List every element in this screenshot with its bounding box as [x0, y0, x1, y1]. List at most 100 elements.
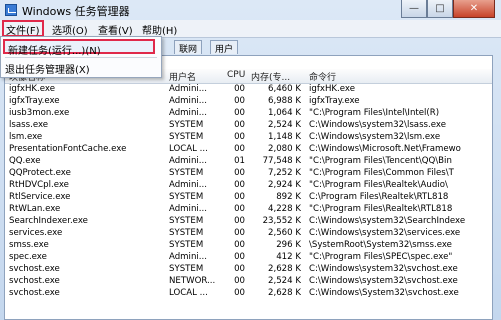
process-cpu-cell: 00	[234, 168, 245, 178]
process-cpu-cell: 00	[234, 108, 245, 118]
table-row[interactable]: svchost.exe NETWOR... 00 2,524 K C:\Windows\…	[5, 276, 492, 288]
table-row[interactable]: SearchIndexer.exe SYSTEM 00 23,552 K C:\Wind…	[5, 216, 492, 228]
table-row[interactable]: lsm.exe SYSTEM 00 1,148 K C:\Windows\system3…	[5, 132, 492, 144]
table-row[interactable]: svchost.exe SYSTEM 00 2,628 K C:\Windows\sys…	[5, 264, 492, 276]
process-command-cell: C:\Windows\system32\lsass.exe	[309, 120, 447, 130]
process-command-cell: "C:\Program Files\SPEC\spec.exe"	[309, 252, 453, 262]
process-memory-cell: 7,252 K	[268, 168, 301, 178]
process-cpu-cell: 01	[234, 156, 245, 166]
column-command-line[interactable]: 命令行	[309, 70, 336, 83]
process-memory-cell: 23,552 K	[262, 216, 301, 226]
process-user-cell: LOCAL ...	[169, 144, 208, 154]
process-command-cell: "C:\Program Files\Tencent\QQ\Bin	[309, 156, 452, 166]
column-cpu[interactable]: CPU	[227, 70, 245, 80]
menu-help[interactable]: 帮助(H)	[142, 22, 177, 37]
maximize-button[interactable]: □	[427, 0, 453, 18]
process-user-cell: LOCAL ...	[169, 288, 208, 298]
process-user-cell: SYSTEM	[169, 192, 204, 202]
column-user-name[interactable]: 用户名	[169, 70, 196, 83]
process-command-cell: "C:\Program Files\Realtek\Audio\	[309, 180, 448, 190]
process-name-cell: spec.exe	[9, 252, 47, 262]
table-row[interactable]: iusb3mon.exe Admini... 00 1,064 K "C:\Progra…	[5, 108, 492, 120]
table-row[interactable]: igfxTray.exe Admini... 00 6,988 K igfxTray.e…	[5, 96, 492, 108]
process-user-cell: Admini...	[169, 84, 207, 94]
table-row[interactable]: lsass.exe SYSTEM 00 2,524 K C:\Windows\syste…	[5, 120, 492, 132]
close-button[interactable]: ✕	[453, 0, 495, 18]
process-cpu-cell: 00	[234, 84, 245, 94]
process-memory-cell: 4,228 K	[268, 204, 301, 214]
process-cpu-cell: 00	[234, 288, 245, 298]
process-cpu-cell: 00	[234, 228, 245, 238]
process-memory-cell: 1,064 K	[268, 108, 301, 118]
tab-users[interactable]: 用户	[210, 40, 239, 55]
process-command-cell: "C:\Program Files\Intel\Intel(R)	[309, 108, 440, 118]
column-memory[interactable]: 内存(专...	[251, 70, 290, 83]
process-name-cell: svchost.exe	[9, 276, 60, 286]
table-row[interactable]: RtlService.exe SYSTEM 00 892 K C:\Program Fi…	[5, 192, 492, 204]
process-name-cell: igfxHK.exe	[9, 84, 56, 94]
process-memory-cell: 412 K	[276, 252, 301, 262]
process-cpu-cell: 00	[234, 252, 245, 262]
menu-file[interactable]: 文件(F)	[2, 20, 44, 37]
table-row[interactable]: QQ.exe Admini... 01 77,548 K "C:\Program Fil…	[5, 156, 492, 168]
table-row[interactable]: spec.exe Admini... 00 412 K "C:\Program File…	[5, 252, 492, 264]
process-user-cell: Admini...	[169, 108, 207, 118]
table-row[interactable]: RtHDVCpl.exe Admini... 00 2,924 K "C:\Progra…	[5, 180, 492, 192]
table-row[interactable]: RtWLan.exe Admini... 00 4,228 K "C:\Program …	[5, 204, 492, 216]
window-title: Windows 任务管理器	[22, 5, 130, 18]
process-command-cell: igfxHK.exe	[309, 84, 356, 94]
process-cpu-cell: 00	[234, 132, 245, 142]
table-row[interactable]: igfxHK.exe Admini... 00 6,460 K igfxHK.exe	[5, 84, 492, 96]
process-name-cell: smss.exe	[9, 240, 49, 250]
table-row[interactable]: svchost.exe LOCAL ... 00 2,628 K C:\Windows\…	[5, 288, 492, 300]
task-manager-window: Windows 任务管理器 — □ ✕ 文件(F) 选项(O) 查看(V) 帮助…	[0, 0, 501, 320]
table-row[interactable]: PresentationFontCache.exe LOCAL ... 00 2,08…	[5, 144, 492, 156]
process-cpu-cell: 00	[234, 204, 245, 214]
process-command-cell: C:\Windows\system32\SearchIndexe	[309, 216, 466, 226]
process-cpu-cell: 00	[234, 276, 245, 286]
process-name-cell: QQ.exe	[9, 156, 41, 166]
process-user-cell: Admini...	[169, 156, 207, 166]
process-name-cell: svchost.exe	[9, 264, 60, 274]
menu-options[interactable]: 选项(O)	[52, 22, 88, 37]
process-name-cell: RtHDVCpl.exe	[9, 180, 69, 190]
process-cpu-cell: 00	[234, 96, 245, 106]
process-name-cell: PresentationFontCache.exe	[9, 144, 127, 154]
process-command-cell: C:\Windows\System32\svchost.exe	[309, 288, 459, 298]
process-memory-cell: 2,524 K	[268, 120, 301, 130]
menu-view[interactable]: 查看(V)	[98, 22, 133, 37]
process-user-cell: SYSTEM	[169, 168, 204, 178]
minimize-button[interactable]: —	[401, 0, 427, 18]
process-memory-cell: 6,988 K	[268, 96, 301, 106]
process-cpu-cell: 00	[234, 192, 245, 202]
process-cpu-cell: 00	[234, 180, 245, 190]
new-task-menu-item[interactable]: 新建任务(运行...)(N)	[3, 39, 155, 57]
process-memory-cell: 2,924 K	[268, 180, 301, 190]
process-user-cell: Admini...	[169, 252, 207, 262]
title-bar[interactable]: Windows 任务管理器 — □ ✕	[0, 0, 501, 20]
process-name-cell: RtlService.exe	[9, 192, 71, 202]
process-command-cell: C:\Windows\system32\svchost.exe	[309, 276, 458, 286]
process-name-cell: igfxTray.exe	[9, 96, 60, 106]
process-name-cell: SearchIndexer.exe	[9, 216, 88, 226]
process-memory-cell: 2,524 K	[268, 276, 301, 286]
task-manager-icon	[5, 4, 17, 16]
process-command-cell: C:\Windows\system32\services.exe	[309, 228, 461, 238]
process-name-cell: svchost.exe	[9, 288, 60, 298]
exit-task-manager-menu-item[interactable]: 退出任务管理器(X)	[5, 61, 90, 76]
process-user-cell: SYSTEM	[169, 264, 204, 274]
process-memory-cell: 296 K	[276, 240, 301, 250]
table-row[interactable]: smss.exe SYSTEM 00 296 K \SystemRoot\System3…	[5, 240, 492, 252]
process-memory-cell: 6,460 K	[268, 84, 301, 94]
process-memory-cell: 1,148 K	[268, 132, 301, 142]
process-memory-cell: 2,628 K	[268, 264, 301, 274]
menu-separator	[5, 57, 157, 58]
process-cpu-cell: 00	[234, 144, 245, 154]
tab-networking[interactable]: 联网	[174, 40, 203, 55]
window-controls: — □ ✕	[401, 0, 495, 19]
process-command-cell: igfxTray.exe	[309, 96, 360, 106]
table-row[interactable]: services.exe SYSTEM 00 2,560 K C:\Windows\sy…	[5, 228, 492, 240]
table-row[interactable]: QQProtect.exe SYSTEM 00 7,252 K "C:\Program …	[5, 168, 492, 180]
process-name-cell: lsass.exe	[9, 120, 49, 130]
process-memory-cell: 892 K	[276, 192, 301, 202]
